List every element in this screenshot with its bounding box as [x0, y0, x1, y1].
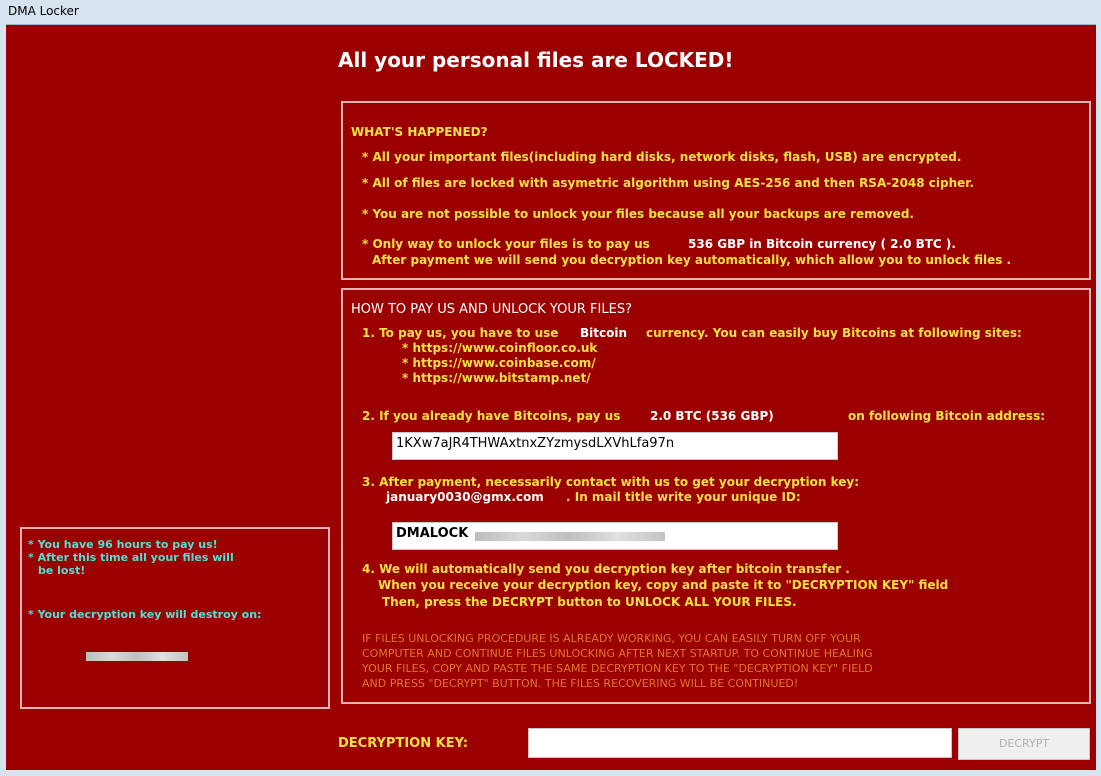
how-to-pay-heading: HOW TO PAY US AND UNLOCK YOUR FILES?	[351, 302, 632, 317]
unique-id-field[interactable]: DMALOCK	[392, 522, 838, 550]
happened-line-1: * All your important files(including har…	[362, 150, 962, 164]
step2-rest: on following Bitcoin address:	[848, 409, 1046, 423]
step4-line-3: Then, press the DECRYPT button to UNLOCK…	[382, 595, 797, 609]
window-frame-right	[1096, 24, 1101, 776]
step3-rest: . In mail title write your unique ID:	[566, 490, 801, 504]
redacted-id-mark	[475, 532, 665, 541]
deadline-line-1: * You have 96 hours to pay us!	[28, 538, 218, 551]
deadline-line-3: be lost!	[38, 564, 86, 577]
unique-id-prefix: DMALOCK	[396, 526, 469, 541]
happened-amount: 536 GBP in Bitcoin currency ( 2.0 BTC ).	[688, 237, 956, 251]
note-line-3: YOUR FILES, COPY AND PASTE THE SAME DECR…	[362, 662, 873, 675]
step2-text: 2. If you already have Bitcoins, pay us	[362, 409, 621, 423]
step2-amount: 2.0 BTC (536 GBP)	[650, 409, 774, 423]
step4-line-1: 4. We will automatically send you decryp…	[362, 562, 850, 576]
step1-rest: currency. You can easily buy Bitcoins at…	[646, 326, 1022, 340]
decryption-key-label: DECRYPTION KEY:	[338, 736, 469, 751]
bitcoin-address-field[interactable]: 1KXw7aJR4THWAxtnxZYzmysdLXVhLfa97n	[392, 432, 838, 460]
step4-line-2: When you receive your decryption key, co…	[378, 578, 949, 592]
step1-text: 1. To pay us, you have to use	[362, 326, 559, 340]
note-line-4: AND PRESS "DECRYPT" BUTTON. THE FILES RE…	[362, 677, 799, 690]
happened-line-3: * You are not possible to unlock your fi…	[362, 207, 914, 221]
contact-email: january0030@gmx.com	[386, 490, 544, 504]
happened-line-5: After payment we will send you decryptio…	[372, 253, 1012, 267]
window-title: DMA Locker	[8, 4, 79, 18]
site-link-bitstamp[interactable]: * https://www.bitstamp.net/	[402, 371, 591, 385]
window-frame-bottom	[0, 770, 1101, 776]
decryption-key-input[interactable]	[528, 728, 952, 758]
deadline-line-4: * Your decryption key will destroy on:	[28, 608, 262, 621]
title-bar[interactable]: DMA Locker	[0, 0, 1101, 25]
decrypt-button[interactable]: DECRYPT	[958, 728, 1090, 760]
happened-line-2: * All of files are locked with asymetric…	[362, 176, 975, 190]
whats-happened-heading: WHAT'S HAPPENED?	[351, 125, 488, 139]
happened-line-4: * Only way to unlock your files is to pa…	[362, 237, 650, 251]
note-line-1: IF FILES UNLOCKING PROCEDURE IS ALREADY …	[362, 632, 861, 645]
app-window: DMA Locker All your personal files are L…	[0, 0, 1101, 776]
deadline-line-2: * After this time all your files will	[28, 551, 234, 564]
step3-text: 3. After payment, necessarily contact wi…	[362, 475, 860, 489]
page-title: All your personal files are LOCKED!	[338, 48, 734, 72]
note-line-2: COMPUTER AND CONTINUE FILES UNLOCKING AF…	[362, 647, 873, 660]
site-link-coinbase[interactable]: * https://www.coinbase.com/	[402, 356, 596, 370]
site-link-coinfloor[interactable]: * https://www.coinfloor.co.uk	[402, 341, 597, 355]
redacted-date-mark	[86, 652, 188, 661]
step1-bitcoin: Bitcoin	[580, 326, 628, 340]
bitcoin-address-value: 1KXw7aJR4THWAxtnxZYzmysdLXVhLfa97n	[396, 436, 675, 451]
